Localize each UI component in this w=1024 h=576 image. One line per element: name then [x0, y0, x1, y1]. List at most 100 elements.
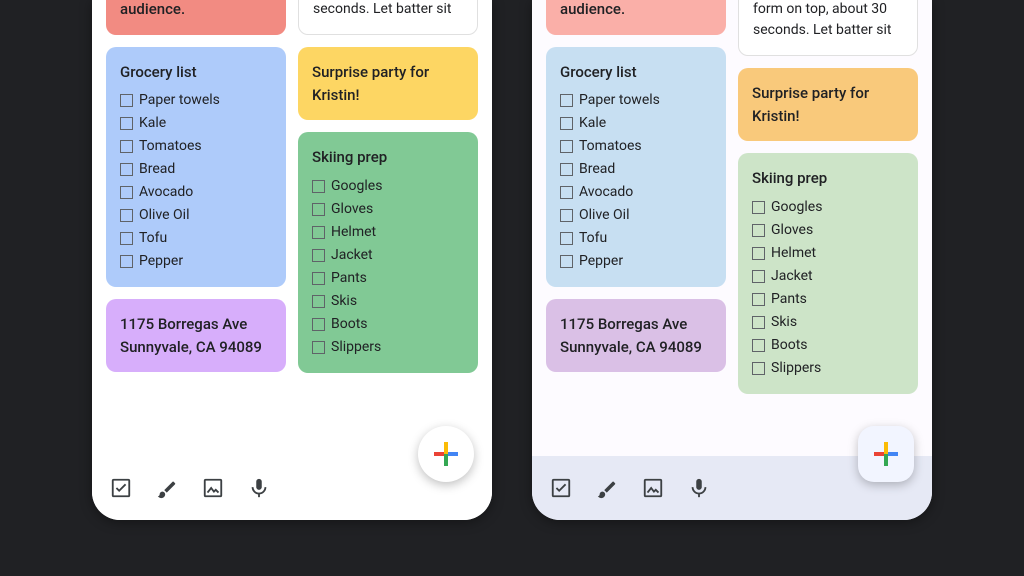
checklist-item-label: Boots: [771, 335, 808, 356]
checklist-item[interactable]: Skis: [752, 311, 904, 334]
checkbox-icon[interactable]: [560, 163, 573, 176]
checklist-item[interactable]: Paper towels: [120, 89, 272, 112]
checklist-item[interactable]: Kale: [120, 112, 272, 135]
checklist-item[interactable]: Pepper: [560, 250, 712, 273]
note-surprise[interactable]: Surprise party for Kristin!: [298, 47, 478, 120]
checklist-item[interactable]: Tomatoes: [120, 135, 272, 158]
checklist-item[interactable]: Avocado: [120, 181, 272, 204]
checkbox-icon[interactable]: [560, 94, 573, 107]
checkbox-icon[interactable]: [560, 255, 573, 268]
checklist-item[interactable]: Bread: [120, 158, 272, 181]
checklist-item-label: Boots: [331, 314, 368, 335]
checklist-item[interactable]: Helmet: [312, 221, 464, 244]
checkbox-icon[interactable]: [312, 341, 325, 354]
checklist-item[interactable]: Slippers: [312, 336, 464, 359]
note-skiing[interactable]: Skiing prep GooglesGlovesHelmetJacketPan…: [738, 153, 918, 394]
image-icon[interactable]: [642, 477, 664, 499]
checklist-item-label: Helmet: [771, 243, 816, 264]
checklist-item-label: Paper towels: [579, 90, 660, 111]
checklist-item-label: Olive Oil: [579, 205, 629, 226]
checkbox-icon[interactable]: [120, 186, 133, 199]
notes-grid[interactable]: audience. Grocery list Paper towelsKaleT…: [92, 0, 492, 450]
checkbox-icon[interactable]: [752, 224, 765, 237]
checklist-item[interactable]: Pepper: [120, 250, 272, 273]
mic-icon[interactable]: [248, 477, 270, 499]
checkbox-icon[interactable]: [752, 339, 765, 352]
checklist-item[interactable]: Gloves: [752, 219, 904, 242]
checkbox-icon[interactable]: [560, 117, 573, 130]
checkbox-icon[interactable]: [312, 295, 325, 308]
checkbox-icon[interactable]: [312, 272, 325, 285]
checklist-item[interactable]: Tofu: [120, 227, 272, 250]
checkbox-icon[interactable]: [312, 249, 325, 262]
note-grocery[interactable]: Grocery list Paper towelsKaleTomatoesBre…: [106, 47, 286, 288]
checkbox-icon[interactable]: [560, 209, 573, 222]
checklist-item[interactable]: Gloves: [312, 198, 464, 221]
checkbox-icon[interactable]: [752, 270, 765, 283]
note-partial-coral[interactable]: audience.: [106, 0, 286, 35]
brush-icon[interactable]: [596, 477, 618, 499]
checkbox-icon[interactable]: [752, 316, 765, 329]
note-skiing[interactable]: Skiing prep GooglesGlovesHelmetJacketPan…: [298, 132, 478, 373]
note-partial-coral[interactable]: audience.: [546, 0, 726, 35]
note-surprise[interactable]: Surprise party for Kristin!: [738, 68, 918, 141]
checkbox-icon[interactable]: [752, 247, 765, 260]
note-partial-white[interactable]: form on top, about 30 seconds. Let batte…: [738, 0, 918, 56]
checklist-item-label: Skis: [331, 291, 357, 312]
checklist-item[interactable]: Helmet: [752, 242, 904, 265]
checklist-item[interactable]: Olive Oil: [560, 204, 712, 227]
checklist-item[interactable]: Googles: [312, 175, 464, 198]
checkbox-icon[interactable]: [120, 140, 133, 153]
checklist-item[interactable]: Paper towels: [560, 89, 712, 112]
note-grocery[interactable]: Grocery list Paper towelsKaleTomatoesBre…: [546, 47, 726, 288]
checklist-item[interactable]: Bread: [560, 158, 712, 181]
brush-icon[interactable]: [156, 477, 178, 499]
checkbox-icon[interactable]: [560, 232, 573, 245]
checklist-item[interactable]: Avocado: [560, 181, 712, 204]
checklist-item[interactable]: Slippers: [752, 357, 904, 380]
checkbox-icon[interactable]: [120, 94, 133, 107]
checkbox-icon[interactable]: [120, 117, 133, 130]
checkbox-icon[interactable]: [312, 180, 325, 193]
note-title: Skiing prep: [312, 146, 464, 169]
checkbox-icon[interactable]: [120, 232, 133, 245]
checklist-item[interactable]: Pants: [312, 267, 464, 290]
checklist-item[interactable]: Googles: [752, 196, 904, 219]
checklist-item[interactable]: Boots: [752, 334, 904, 357]
checkbox-icon[interactable]: [120, 255, 133, 268]
checklist-item[interactable]: Boots: [312, 313, 464, 336]
checklist-item[interactable]: Pants: [752, 288, 904, 311]
fab-new-note[interactable]: [858, 426, 914, 482]
note-body: audience.: [560, 0, 712, 21]
checklist-item-label: Jacket: [771, 266, 813, 287]
checkbox-icon[interactable]: [312, 226, 325, 239]
checklist-item[interactable]: Skis: [312, 290, 464, 313]
checklist-item[interactable]: Kale: [560, 112, 712, 135]
checklist-item[interactable]: Jacket: [312, 244, 464, 267]
checkbox-icon[interactable]: [312, 203, 325, 216]
notes-grid[interactable]: audience. Grocery list Paper towelsKaleT…: [532, 0, 932, 450]
checkbox-icon[interactable]: [550, 477, 572, 499]
mic-icon[interactable]: [688, 477, 710, 499]
plus-icon: [874, 442, 898, 466]
checkbox-icon[interactable]: [120, 163, 133, 176]
checkbox-icon[interactable]: [560, 140, 573, 153]
note-partial-white[interactable]: seconds. Let batter sit: [298, 0, 478, 35]
checklist-item-label: Pants: [771, 289, 807, 310]
checklist-item[interactable]: Tofu: [560, 227, 712, 250]
checklist-item[interactable]: Olive Oil: [120, 204, 272, 227]
image-icon[interactable]: [202, 477, 224, 499]
note-address[interactable]: 1175 Borregas Ave Sunnyvale, CA 94089: [546, 299, 726, 372]
note-address[interactable]: 1175 Borregas Ave Sunnyvale, CA 94089: [106, 299, 286, 372]
checkbox-icon[interactable]: [312, 318, 325, 331]
checkbox-icon[interactable]: [752, 362, 765, 375]
fab-new-note[interactable]: [418, 426, 474, 482]
checkbox-icon[interactable]: [120, 209, 133, 222]
checkbox-icon[interactable]: [752, 201, 765, 214]
checkbox-icon[interactable]: [110, 477, 132, 499]
checklist-item-label: Avocado: [579, 182, 633, 203]
checkbox-icon[interactable]: [752, 293, 765, 306]
checklist-item[interactable]: Jacket: [752, 265, 904, 288]
checkbox-icon[interactable]: [560, 186, 573, 199]
checklist-item[interactable]: Tomatoes: [560, 135, 712, 158]
